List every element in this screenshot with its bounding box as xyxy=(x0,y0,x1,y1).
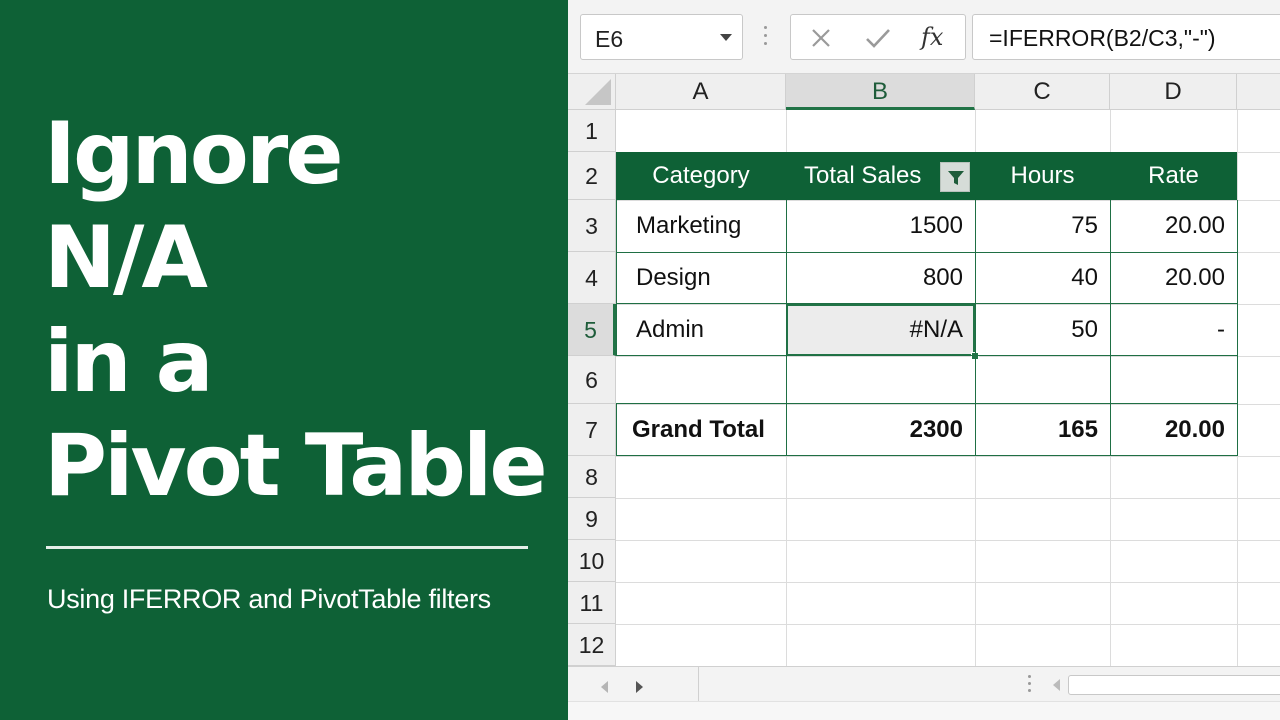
row-header-4[interactable]: 4 xyxy=(568,252,616,304)
formula-input[interactable]: =IFERROR(B2/C3,"-") xyxy=(972,14,1280,60)
column-header-e[interactable] xyxy=(1237,74,1280,110)
gridline xyxy=(616,582,1280,583)
row-header-5[interactable]: 5 xyxy=(568,304,616,356)
headline-line-4: Pivot Table xyxy=(44,416,548,516)
cell-hours[interactable]: 75 xyxy=(975,200,1110,252)
gridline xyxy=(616,624,1280,625)
resize-handle-icon[interactable] xyxy=(764,26,768,48)
excel-window: E6 fx =IFERROR(B2/C3,"-") A B C D 1 2 3 xyxy=(568,0,1280,720)
pivot-header-category[interactable]: Category xyxy=(616,152,786,200)
pivot-border xyxy=(786,200,787,456)
sheet-tab-bar xyxy=(568,666,1280,720)
gridline xyxy=(616,498,1280,499)
row-header-9[interactable]: 9 xyxy=(568,498,616,540)
row-header-12[interactable]: 12 xyxy=(568,624,616,666)
pivot-border xyxy=(1237,200,1238,356)
title-panel: Ignore N/A in a Pivot Table Using IFERRO… xyxy=(0,0,568,720)
cell-hours[interactable]: 50 xyxy=(975,304,1110,356)
headline-line-3: in a xyxy=(44,312,214,412)
scroll-left-icon[interactable] xyxy=(1050,677,1062,693)
pivot-border xyxy=(1110,200,1111,456)
insert-function-icon[interactable]: fx xyxy=(921,23,943,51)
cell-category[interactable]: Design xyxy=(616,252,786,304)
divider xyxy=(698,667,699,701)
chevron-left-icon[interactable] xyxy=(598,679,610,695)
pivot-border xyxy=(616,455,1238,456)
row-header-3[interactable]: 3 xyxy=(568,200,616,252)
row-header-7[interactable]: 7 xyxy=(568,404,616,456)
pivot-border xyxy=(616,200,617,356)
chevron-down-icon[interactable] xyxy=(720,34,732,41)
pivot-border xyxy=(1237,356,1238,456)
pivot-border xyxy=(616,303,1238,304)
resize-handle-icon[interactable] xyxy=(1028,675,1031,696)
pivot-header-rate[interactable]: Rate xyxy=(1110,152,1237,200)
pivot-border xyxy=(975,200,976,456)
grand-total-rate[interactable]: 20.00 xyxy=(1110,404,1237,456)
gridline xyxy=(616,356,1280,357)
grand-total-label[interactable]: Grand Total xyxy=(616,404,786,456)
formula-controls: fx xyxy=(790,14,966,60)
column-header-b[interactable]: B xyxy=(786,74,975,110)
formula-bar: E6 fx =IFERROR(B2/C3,"-") xyxy=(568,0,1280,74)
cell-rate[interactable]: - xyxy=(1110,304,1237,356)
select-all-button[interactable] xyxy=(568,74,616,110)
row-header-10[interactable]: 10 xyxy=(568,540,616,582)
headline: Ignore N/A in a Pivot Table xyxy=(44,102,554,518)
gridline xyxy=(616,540,1280,541)
spreadsheet-grid: A B C D 1 2 3 4 5 6 7 8 9 10 11 12 Categ… xyxy=(568,74,1280,666)
row-header-8[interactable]: 8 xyxy=(568,456,616,498)
cell-rate[interactable]: 20.00 xyxy=(1110,200,1237,252)
filter-dropdown-button[interactable] xyxy=(940,162,970,192)
pivot-border xyxy=(616,403,1238,404)
pivot-border xyxy=(616,355,1238,356)
gridline xyxy=(616,456,1280,457)
row-header-11[interactable]: 11 xyxy=(568,582,616,624)
cell-rate[interactable]: 20.00 xyxy=(1110,252,1237,304)
cancel-icon[interactable] xyxy=(807,24,835,52)
grand-total-sales[interactable]: 2300 xyxy=(786,404,975,456)
column-header-d[interactable]: D xyxy=(1110,74,1237,110)
row-header-1[interactable]: 1 xyxy=(568,110,616,152)
grand-total-hours[interactable]: 165 xyxy=(975,404,1110,456)
headline-line-2: N/A xyxy=(44,208,208,308)
pivot-border xyxy=(616,404,617,456)
cell-hours[interactable]: 40 xyxy=(975,252,1110,304)
headline-line-1: Ignore xyxy=(44,104,344,204)
pivot-border xyxy=(616,252,1238,253)
subtitle: Using IFERROR and PivotTable filters xyxy=(47,584,491,614)
cell-category[interactable]: Marketing xyxy=(616,200,786,252)
column-header-c[interactable]: C xyxy=(975,74,1110,110)
chevron-right-icon[interactable] xyxy=(634,679,646,695)
formula-text: =IFERROR(B2/C3,"-") xyxy=(989,25,1216,51)
horizontal-scrollbar[interactable] xyxy=(1068,675,1280,695)
column-header-a[interactable]: A xyxy=(616,74,786,110)
row-header-6[interactable]: 6 xyxy=(568,356,616,404)
cell-category[interactable]: Admin xyxy=(616,304,786,356)
cell-total-sales[interactable]: 1500 xyxy=(786,200,975,252)
title-divider xyxy=(46,546,528,549)
name-box-value: E6 xyxy=(595,26,624,52)
name-box[interactable]: E6 xyxy=(580,14,743,60)
status-bar xyxy=(568,701,1280,720)
cell-total-sales-error[interactable]: #N/A xyxy=(786,304,975,356)
filter-icon xyxy=(948,171,964,185)
pivot-header-hours[interactable]: Hours xyxy=(975,152,1110,200)
checkmark-icon[interactable] xyxy=(863,24,893,52)
row-header-2[interactable]: 2 xyxy=(568,152,616,200)
cell-total-sales[interactable]: 800 xyxy=(786,252,975,304)
